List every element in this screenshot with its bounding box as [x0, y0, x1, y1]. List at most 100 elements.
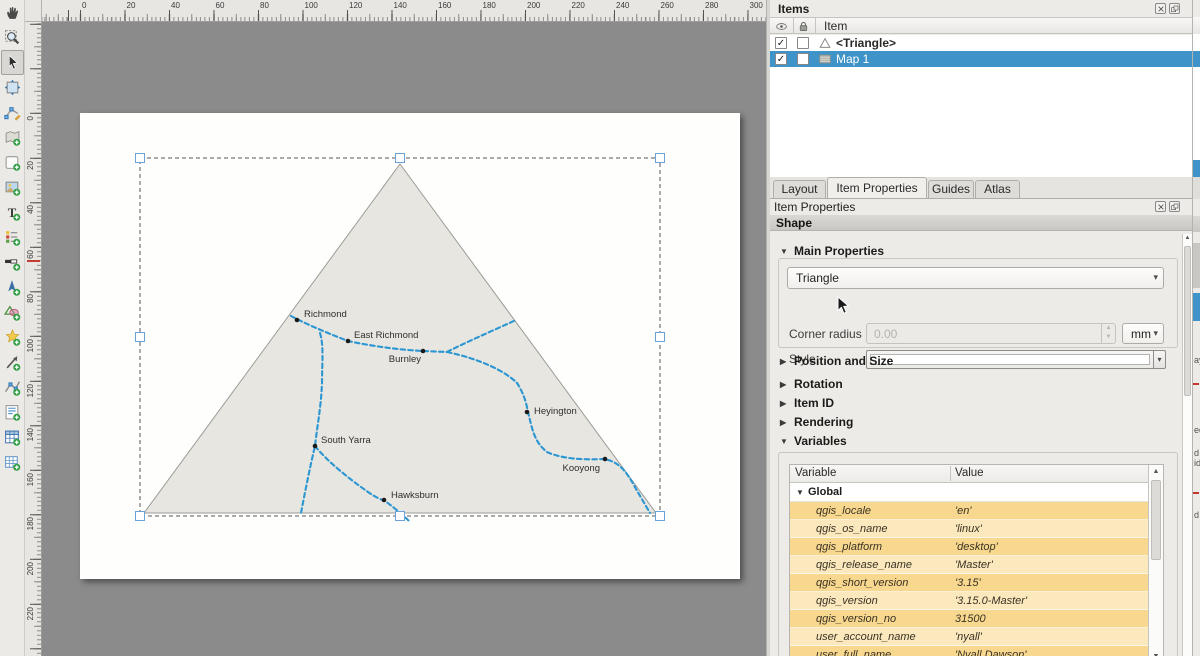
scroll-down-icon[interactable]: ▼	[1149, 650, 1163, 656]
station-label-kooyong: Kooyong	[562, 463, 600, 474]
variable-row-qgis_platform[interactable]: qgis_platform'desktop'	[790, 538, 1148, 556]
item-properties-close-button[interactable]	[1155, 201, 1166, 212]
selection-handle[interactable]	[396, 154, 405, 163]
selection-handle[interactable]	[656, 154, 665, 163]
visibility-checkbox[interactable]: ✓	[775, 53, 787, 65]
tool-edit-nodes-item[interactable]	[1, 100, 24, 125]
tab-item-properties[interactable]: Item Properties	[827, 177, 927, 198]
item-row-triangle[interactable]: ✓<Triangle>	[770, 35, 1192, 51]
tool-add-fixed-table[interactable]	[1, 450, 24, 475]
tool-zoom[interactable]	[1, 25, 24, 50]
scrollbar-thumb[interactable]	[1184, 246, 1191, 396]
style-dropdown-icon[interactable]: ▾	[1154, 350, 1166, 369]
item-row-map1[interactable]: ✓Map 1	[770, 51, 1192, 67]
lock-checkbox[interactable]	[797, 53, 809, 65]
move-item-content-icon	[4, 79, 21, 96]
station-dot-richmond	[295, 318, 300, 323]
variable-row-qgis_short_version[interactable]: qgis_short_version'3.15'	[790, 574, 1148, 592]
panel-scrollbar[interactable]: ▲	[1182, 234, 1192, 656]
selection-handle[interactable]	[136, 512, 145, 521]
variable-row-qgis_version_no[interactable]: qgis_version_no31500	[790, 610, 1148, 628]
tool-add-label[interactable]: T	[1, 200, 24, 225]
variable-row-user_full_name[interactable]: user_full_name'Nyall Dawson'	[790, 646, 1148, 656]
tool-add-scalebar[interactable]	[1, 250, 24, 275]
items-panel-float-button[interactable]	[1169, 3, 1180, 14]
ruler-label: 240	[616, 1, 629, 10]
style-button[interactable]	[866, 350, 1154, 369]
group-header-rotation[interactable]: ▶Rotation	[780, 377, 843, 393]
sliver-fragment	[1193, 199, 1200, 216]
selection-handle[interactable]	[656, 512, 665, 521]
tool-add-node-item[interactable]	[1, 375, 24, 400]
value-column-header[interactable]: Value	[955, 467, 984, 479]
spinbox-arrows-icon[interactable]: ▲▼	[1101, 324, 1115, 343]
variable-row-qgis_release_name[interactable]: qgis_release_name'Master'	[790, 556, 1148, 574]
tab-guides[interactable]: Guides	[928, 180, 974, 198]
variables-group-header[interactable]: ▼Variables	[780, 434, 847, 450]
ruler-label: 40	[171, 1, 180, 10]
tool-pan-layout[interactable]	[1, 0, 24, 25]
ruler-label: 160	[26, 473, 35, 486]
item-properties-float-button[interactable]	[1169, 201, 1180, 212]
tool-add-shape[interactable]	[1, 300, 24, 325]
tool-add-marker[interactable]	[1, 325, 24, 350]
group-header-rendering[interactable]: ▶Rendering	[780, 415, 853, 431]
group-header-item-id[interactable]: ▶Item ID	[780, 396, 834, 412]
tab-layout[interactable]: Layout	[773, 180, 826, 198]
variables-group-row[interactable]: ▼Global	[790, 484, 1148, 502]
group-header-position-and-size[interactable]: ▶Position and Size	[780, 354, 893, 370]
variables-table-scrollbar[interactable]: ▲ ▼	[1148, 465, 1163, 656]
unit-combobox[interactable]: mm ▾	[1122, 323, 1164, 344]
ruler-label: 0	[82, 1, 86, 10]
selection-handle[interactable]	[396, 512, 405, 521]
scroll-up-icon[interactable]: ▲	[1183, 235, 1192, 241]
sliver-fragment	[1193, 17, 1200, 34]
items-panel-close-button[interactable]	[1155, 3, 1166, 14]
tool-add-attribute-table[interactable]	[1, 425, 24, 450]
variable-row-qgis_os_name[interactable]: qgis_os_name'linux'	[790, 520, 1148, 538]
tool-select-move-item[interactable]	[1, 50, 24, 75]
tool-add-arrow[interactable]	[1, 350, 24, 375]
variables-table-header[interactable]: Variable Value	[790, 465, 1148, 483]
map-item-triangle[interactable]: RichmondEast RichmondBurnleyHeyingtonSou…	[42, 22, 766, 656]
add-shape-icon	[4, 304, 21, 321]
selection-handle[interactable]	[136, 154, 145, 163]
add-attribute-table-icon	[4, 429, 21, 446]
ruler-label: 200	[527, 1, 540, 10]
tool-add-picture[interactable]	[1, 175, 24, 200]
tool-move-item-content[interactable]	[1, 75, 24, 100]
add-map-icon	[4, 129, 21, 146]
items-list: ✓<Triangle>✓Map 1	[770, 35, 1192, 177]
tool-add-map[interactable]	[1, 125, 24, 150]
station-label-burnley: Burnley	[389, 354, 421, 365]
dock-tabbar: LayoutItem PropertiesGuidesAtlas	[770, 177, 1192, 199]
add-scalebar-icon	[4, 254, 21, 271]
tool-add-north-arrow[interactable]	[1, 275, 24, 300]
scroll-up-icon[interactable]: ▲	[1149, 465, 1163, 478]
items-list-header: Item	[770, 17, 1192, 34]
tool-add-legend[interactable]	[1, 225, 24, 250]
layout-canvas[interactable]: RichmondEast RichmondBurnleyHeyingtonSou…	[42, 22, 766, 656]
variable-row-qgis_locale[interactable]: qgis_locale'en'	[790, 502, 1148, 520]
lock-checkbox[interactable]	[797, 37, 809, 49]
station-label-east-richmond: East Richmond	[354, 330, 418, 341]
sliver-red-dash	[1193, 492, 1199, 494]
lock-icon	[797, 20, 810, 33]
shape-type-combobox[interactable]: Triangle ▾	[787, 267, 1164, 289]
ruler-label: 200	[26, 562, 35, 575]
tool-add-html[interactable]	[1, 400, 24, 425]
variable-row-user_account_name[interactable]: user_account_name'nyall'	[790, 628, 1148, 646]
selection-handle[interactable]	[136, 333, 145, 342]
selection-handle[interactable]	[656, 333, 665, 342]
visibility-checkbox[interactable]: ✓	[775, 37, 787, 49]
tab-atlas[interactable]: Atlas	[975, 180, 1020, 198]
add-fixed-table-icon	[4, 454, 21, 471]
tool-add-3d-map[interactable]	[1, 150, 24, 175]
corner-radius-spinbox[interactable]: 0.00 ▲▼	[866, 323, 1116, 344]
variable-column-header[interactable]: Variable	[795, 467, 836, 479]
scrollbar-thumb[interactable]	[1151, 480, 1161, 560]
station-dot-hawksburn	[382, 498, 387, 503]
variable-row-qgis_version[interactable]: qgis_version'3.15.0-Master'	[790, 592, 1148, 610]
sliver-fragment	[1193, 216, 1200, 232]
ruler-label: 60	[216, 1, 225, 10]
